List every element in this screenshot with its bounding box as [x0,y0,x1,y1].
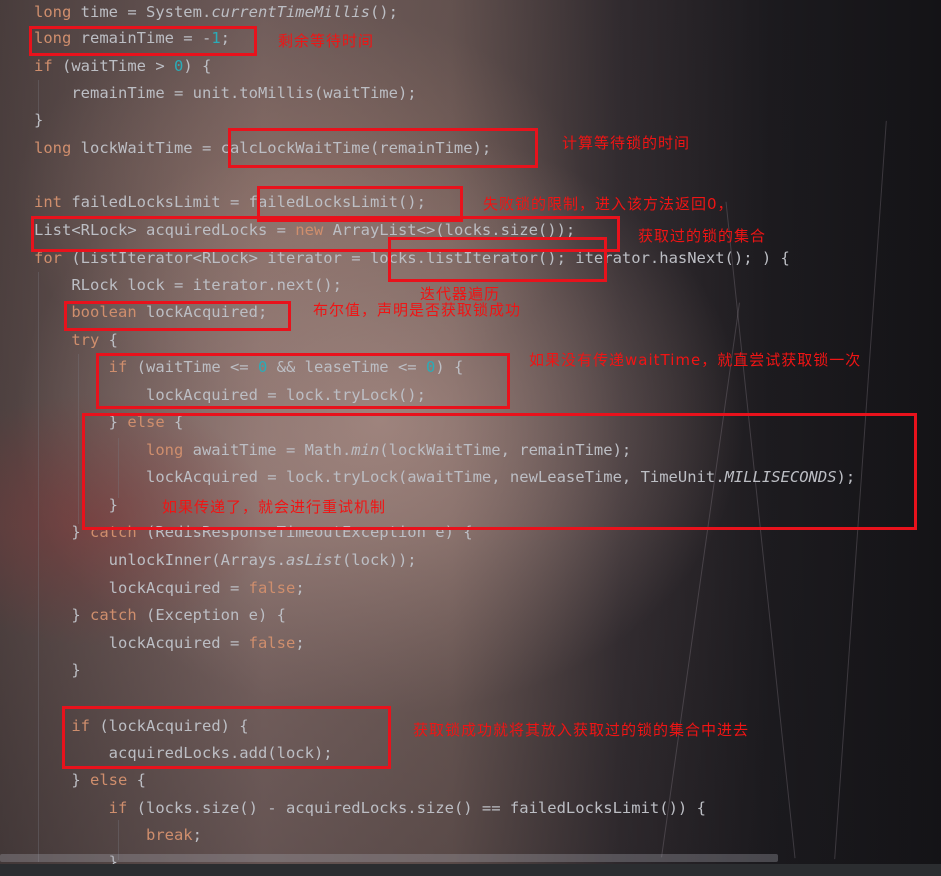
code-line[interactable]: unlockInner(Arrays.asList(lock)); [34,548,417,572]
editor-status-strip [0,864,941,876]
annotation-retry: 如果传递了，就会进行重试机制 [162,498,387,516]
code-line[interactable]: if (locks.size() - acquiredLocks.size() … [34,796,706,820]
code-line[interactable]: } [34,108,43,132]
annotation-acquired-set: 获取过的锁的集合 [638,227,767,245]
highlight-box-remaintime [29,26,257,56]
code-line[interactable]: lockAcquired = false; [34,631,305,655]
code-line[interactable]: try { [34,328,118,352]
code-line[interactable]: } [34,658,80,682]
annotation-boolean-flag: 布尔值，声明是否获取锁成功 [313,301,522,319]
code-line[interactable]: break; [34,823,202,847]
highlight-box-lockacquired [64,301,291,331]
code-line[interactable]: long time = System.currentTimeMillis(); [34,0,398,24]
annotation-no-wait: 如果没有传递waitTime，就直尝试获取锁一次 [529,351,862,369]
horizontal-scrollbar[interactable] [0,854,778,862]
annotation-failed-limit: 失败锁的限制，进入该方法返回0， [483,195,734,213]
highlight-box-add-lock [62,706,391,769]
code-line[interactable]: remainTime = unit.toMillis(waitTime); [34,81,416,105]
highlight-box-listiterator [388,237,607,282]
highlight-box-trylock [96,353,510,409]
annotation-remain-time: 剩余等待时间 [278,32,375,50]
code-line[interactable]: lockAcquired = false; [34,576,305,600]
code-line[interactable]: RLock lock = iterator.next(); [34,273,342,297]
code-line[interactable]: } catch (Exception e) { [34,603,286,627]
highlight-box-calclockwaittime [228,128,538,168]
annotation-calc-wait: 计算等待锁的时间 [562,134,691,152]
code-line[interactable]: if (waitTime > 0) { [34,54,211,78]
annotation-add-success: 获取锁成功就将其放入获取过的锁的集合中进去 [413,721,750,739]
code-line[interactable]: } else { [34,768,146,792]
